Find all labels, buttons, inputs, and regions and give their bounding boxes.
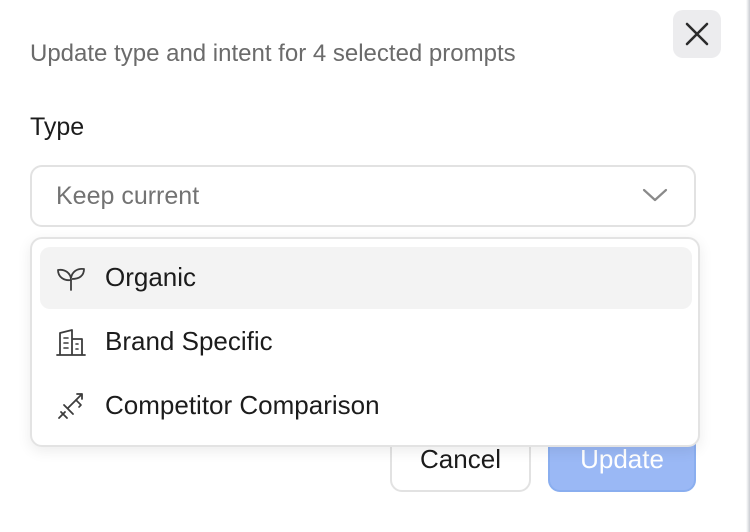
type-dropdown-menu: Organic Brand Specific Competitor Compar… (30, 237, 700, 447)
option-label: Brand Specific (105, 326, 273, 356)
sprout-icon (57, 267, 85, 291)
swords-icon (58, 393, 83, 419)
option-label: Competitor Comparison (105, 390, 380, 420)
option-brand-specific[interactable]: Brand Specific (40, 311, 692, 373)
dialog-edge (746, 0, 750, 532)
option-competitor-comparison[interactable]: Competitor Comparison (40, 375, 692, 437)
option-organic[interactable]: Organic (40, 247, 692, 309)
building-icon (56, 329, 86, 356)
option-label: Organic (105, 262, 197, 292)
type-select-value: Keep current (56, 182, 200, 210)
type-label: Type (30, 113, 85, 141)
update-prompts-dialog: Update type and intent for 4 selected pr… (0, 0, 750, 532)
close-button[interactable] (673, 10, 721, 58)
type-select[interactable]: Keep current (30, 165, 696, 227)
close-icon (685, 22, 709, 46)
dialog-subtitle: Update type and intent for 4 selected pr… (30, 40, 516, 67)
chevron-down-icon (642, 188, 668, 202)
